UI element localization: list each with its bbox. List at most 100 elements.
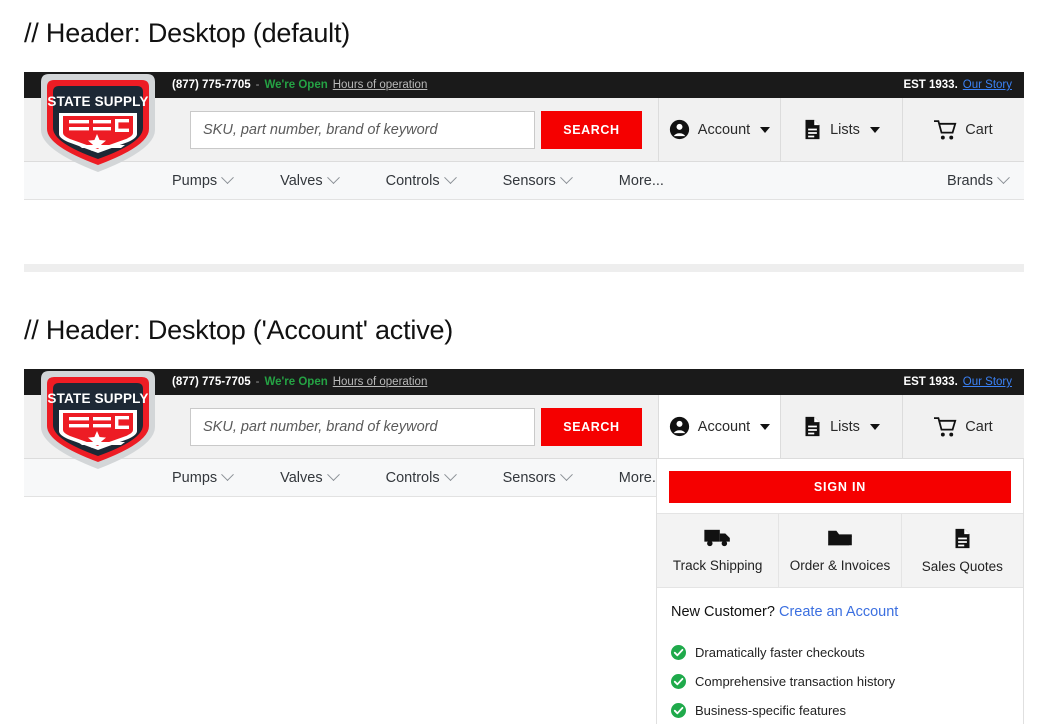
logo-slot: STATE SUPPLY bbox=[24, 371, 172, 469]
utility-right: EST 1933. Our Story bbox=[903, 79, 1012, 91]
account-dropdown-panel: SIGN IN Track Shipping Order & Invoices bbox=[656, 459, 1024, 724]
nav-label: Controls bbox=[385, 172, 440, 189]
new-customer-label: New Customer? bbox=[671, 604, 775, 620]
utility-separator: - bbox=[255, 376, 260, 388]
truck-icon bbox=[704, 529, 730, 547]
benefits-list: Dramatically faster checkouts Comprehens… bbox=[657, 632, 1023, 724]
sales-quotes-tile[interactable]: Sales Quotes bbox=[902, 514, 1023, 587]
utility-left: (877) 775-7705 - We're Open Hours of ope… bbox=[172, 376, 427, 388]
account-icon bbox=[669, 119, 689, 140]
nav-label: Controls bbox=[385, 469, 440, 486]
chevron-down-icon bbox=[559, 171, 573, 185]
chevron-down-icon bbox=[869, 423, 880, 430]
nav-item-sensors[interactable]: Sensors bbox=[502, 468, 573, 486]
sign-in-button[interactable]: SIGN IN bbox=[669, 471, 1011, 503]
lists-icon bbox=[805, 119, 820, 140]
tile-label: Track Shipping bbox=[672, 558, 763, 573]
track-shipping-tile[interactable]: Track Shipping bbox=[657, 514, 780, 587]
nav-label: Pumps bbox=[172, 469, 218, 486]
established-label: EST 1933. bbox=[903, 79, 958, 91]
chevron-down-icon bbox=[559, 468, 573, 482]
order-invoices-tile[interactable]: Order & Invoices bbox=[779, 514, 902, 587]
tile-label: Order & Invoices bbox=[789, 558, 891, 573]
state-supply-logo[interactable]: STATE SUPPLY bbox=[33, 72, 163, 176]
utility-bar: (877) 775-7705 - We're Open Hours of ope… bbox=[24, 369, 1024, 395]
cart-button[interactable]: Cart bbox=[902, 98, 1024, 161]
nav-label: Valves bbox=[280, 469, 323, 486]
search-button[interactable]: SEARCH bbox=[541, 110, 642, 149]
screenshot-canvas: // Header: Desktop (default) (877) 775-7… bbox=[0, 0, 1042, 724]
open-status: We're Open bbox=[264, 79, 328, 91]
sign-in-section: SIGN IN bbox=[657, 459, 1023, 513]
chevron-down-icon bbox=[326, 468, 340, 482]
hours-of-operation-link[interactable]: Hours of operation bbox=[333, 376, 428, 388]
svg-text:STATE SUPPLY: STATE SUPPLY bbox=[47, 391, 148, 406]
cart-button[interactable]: Cart bbox=[902, 395, 1024, 458]
nav-label: More... bbox=[618, 172, 664, 189]
create-account-link[interactable]: Create an Account bbox=[779, 604, 898, 620]
lists-label: Lists bbox=[830, 418, 860, 435]
established-label: EST 1933. bbox=[903, 376, 958, 388]
section-divider bbox=[24, 264, 1024, 272]
chevron-down-icon bbox=[869, 126, 880, 133]
folder-icon bbox=[828, 530, 852, 546]
search-input[interactable] bbox=[190, 407, 535, 446]
nav-item-pumps[interactable]: Pumps bbox=[172, 468, 235, 486]
header-desktop-default: (877) 775-7705 - We're Open Hours of ope… bbox=[24, 72, 1024, 200]
search-input[interactable] bbox=[190, 110, 535, 149]
logo-slot: STATE SUPPLY bbox=[24, 74, 172, 172]
phone-number[interactable]: (877) 775-7705 bbox=[172, 376, 251, 388]
document-icon bbox=[955, 528, 970, 549]
account-button[interactable]: Account bbox=[658, 395, 780, 458]
nav-item-brands[interactable]: Brands bbox=[947, 171, 1010, 189]
nav-item-more[interactable]: More... bbox=[619, 173, 664, 189]
utility-separator: - bbox=[255, 79, 260, 91]
phone-number[interactable]: (877) 775-7705 bbox=[172, 79, 251, 91]
chevron-down-icon bbox=[760, 423, 771, 430]
nav-item-pumps[interactable]: Pumps bbox=[172, 171, 235, 189]
open-status: We're Open bbox=[264, 376, 328, 388]
nav-label: Pumps bbox=[172, 172, 218, 189]
search-action-row: STATE SUPPLY SEARCH bbox=[24, 74, 1024, 172]
our-story-link[interactable]: Our Story bbox=[963, 376, 1012, 388]
lists-icon bbox=[805, 416, 820, 437]
state-supply-logo[interactable]: STATE SUPPLY bbox=[33, 369, 163, 473]
account-shortcut-tiles: Track Shipping Order & Invoices Sales Qu… bbox=[657, 513, 1023, 588]
our-story-link[interactable]: Our Story bbox=[963, 79, 1012, 91]
nav-label: Sensors bbox=[502, 172, 556, 189]
header-actions: Account Lists Cart bbox=[658, 98, 1024, 161]
search-button[interactable]: SEARCH bbox=[541, 407, 642, 446]
utility-bar: (877) 775-7705 - We're Open Hours of ope… bbox=[24, 72, 1024, 98]
benefit-label: Dramatically faster checkouts bbox=[695, 645, 865, 660]
hours-of-operation-link[interactable]: Hours of operation bbox=[333, 79, 428, 91]
nav-item-controls[interactable]: Controls bbox=[385, 171, 457, 189]
section-caption-account-active: // Header: Desktop ('Account' active) bbox=[24, 315, 454, 345]
chevron-down-icon bbox=[760, 126, 771, 133]
check-circle-icon bbox=[671, 674, 686, 689]
benefit-item: Dramatically faster checkouts bbox=[671, 638, 1009, 667]
header-actions: Account Lists Cart bbox=[658, 395, 1024, 458]
lists-button[interactable]: Lists bbox=[780, 98, 902, 161]
svg-text:STATE SUPPLY: STATE SUPPLY bbox=[47, 94, 148, 109]
account-icon bbox=[669, 416, 689, 437]
nav-label: Sensors bbox=[502, 469, 556, 486]
lists-label: Lists bbox=[830, 121, 860, 138]
utility-right: EST 1933. Our Story bbox=[903, 376, 1012, 388]
check-circle-icon bbox=[671, 703, 686, 718]
benefit-item: Business-specific features bbox=[671, 696, 1009, 724]
category-nav: Pumps Valves Controls Sensors More... Br… bbox=[24, 162, 1024, 200]
nav-item-valves[interactable]: Valves bbox=[280, 171, 340, 189]
lists-button[interactable]: Lists bbox=[780, 395, 902, 458]
account-button[interactable]: Account bbox=[658, 98, 780, 161]
nav-item-sensors[interactable]: Sensors bbox=[502, 171, 573, 189]
search-action-row: STATE SUPPLY SEARCH bbox=[24, 371, 1024, 469]
nav-label: Brands bbox=[947, 172, 993, 189]
benefit-label: Business-specific features bbox=[695, 703, 847, 718]
search-slot: SEARCH bbox=[172, 98, 658, 161]
nav-item-valves[interactable]: Valves bbox=[280, 468, 340, 486]
benefit-item: Comprehensive transaction history bbox=[671, 667, 1009, 696]
nav-item-controls[interactable]: Controls bbox=[385, 468, 457, 486]
account-label: Account bbox=[697, 418, 751, 435]
nav-label: Valves bbox=[280, 172, 323, 189]
chevron-down-icon bbox=[221, 468, 235, 482]
